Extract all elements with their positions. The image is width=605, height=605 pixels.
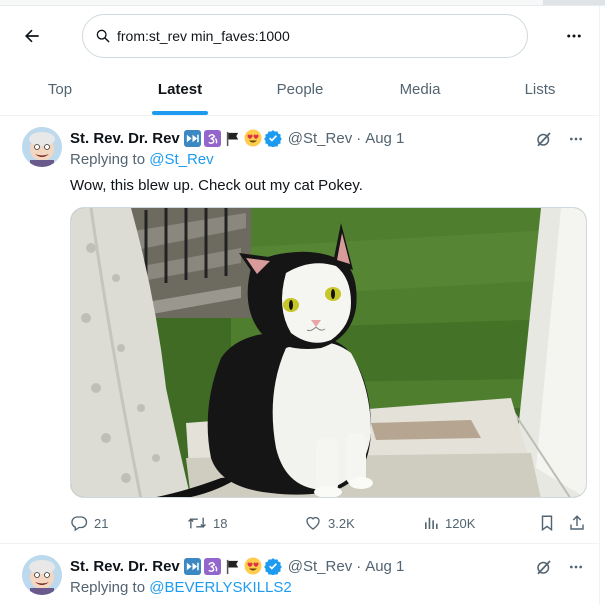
search-tabs: Top Latest People Media Lists — [0, 64, 600, 116]
replying-prefix: Replying to — [70, 579, 146, 596]
reply-icon — [71, 516, 88, 532]
author-handle[interactable]: @St_Rev — [288, 130, 352, 147]
tab-people[interactable]: People — [240, 64, 360, 115]
views-count: 120K — [445, 515, 476, 531]
author-name[interactable]: St. Rev. Dr. Rev — [70, 130, 180, 147]
scrollbar-edge — [543, 0, 605, 5]
back-button[interactable] — [20, 24, 44, 48]
search-icon — [96, 29, 110, 43]
avatar[interactable] — [22, 555, 62, 595]
more-button[interactable] — [566, 129, 586, 149]
views-chart-icon — [425, 517, 438, 529]
tab-label: Lists — [524, 81, 556, 98]
tab-label: Top — [47, 81, 73, 98]
tweet-header: St. Rev. Dr. Rev @St_Rev · Aug 1 — [70, 128, 404, 148]
more-button[interactable] — [566, 557, 586, 577]
bookmark-button[interactable] — [539, 512, 555, 534]
browser-top-edge — [0, 0, 605, 6]
more-options-button[interactable] — [562, 24, 586, 48]
author-handle[interactable]: @St_Rev — [288, 558, 352, 575]
like-count: 3.2K — [328, 515, 355, 531]
tweet-top-actions — [534, 129, 586, 149]
avatar-image — [22, 555, 62, 595]
grok-button[interactable] — [534, 129, 554, 149]
replying-to: Replying to @BEVERLYSKILLS2 — [70, 579, 292, 596]
separator-dot: · — [356, 557, 362, 575]
tweet-date[interactable]: Aug 1 — [365, 558, 404, 575]
replying-to: Replying to @St_Rev — [70, 151, 214, 168]
om-symbol-emoji — [204, 129, 222, 147]
grok-icon — [537, 132, 551, 147]
tweet-actions: 21 18 3.2K 120K — [70, 512, 590, 534]
black-flag-emoji — [224, 129, 242, 147]
reply-button[interactable]: 21 — [70, 512, 108, 534]
tab-label: Media — [399, 81, 441, 98]
repost-count: 18 — [213, 515, 228, 531]
replying-to-link[interactable]: @BEVERLYSKILLS2 — [149, 579, 292, 596]
search-input[interactable] — [117, 28, 497, 44]
like-button[interactable]: 3.2K — [304, 512, 355, 534]
arrow-left-icon — [25, 29, 39, 43]
verified-badge-icon[interactable] — [263, 129, 282, 147]
cat-photo — [71, 208, 586, 497]
tweet[interactable]: St. Rev. Dr. Rev @St_Rev · Aug 1 Replyin… — [0, 117, 600, 544]
replying-prefix: Replying to — [70, 151, 146, 168]
tab-latest[interactable]: Latest — [120, 64, 240, 115]
tweet-header: St. Rev. Dr. Rev @St_Rev · Aug 1 — [70, 556, 404, 576]
more-dots-icon — [570, 137, 582, 141]
share-button[interactable] — [568, 512, 586, 534]
black-flag-emoji — [224, 557, 242, 575]
reply-count: 21 — [94, 515, 109, 531]
heart-eyes-emoji — [244, 557, 262, 575]
verified-badge-icon[interactable] — [263, 557, 282, 575]
tab-media[interactable]: Media — [360, 64, 480, 115]
tweet-top-actions — [534, 557, 586, 577]
share-icon — [570, 515, 584, 530]
heart-eyes-emoji — [244, 129, 262, 147]
more-dots-icon — [570, 565, 582, 569]
tweet[interactable]: St. Rev. Dr. Rev @St_Rev · Aug 1 Replyin… — [0, 545, 600, 605]
avatar[interactable] — [22, 127, 62, 167]
repost-button[interactable]: 18 — [187, 512, 227, 534]
tweet-photo[interactable] — [70, 207, 587, 498]
repost-icon — [188, 517, 206, 529]
heart-icon — [306, 516, 320, 530]
avatar-image — [22, 127, 62, 167]
tab-label: Latest — [157, 81, 203, 98]
bookmark-icon — [541, 515, 553, 532]
grok-icon — [537, 560, 551, 575]
more-dots-icon — [567, 34, 581, 38]
tweet-text: Wow, this blew up. Check out my cat Poke… — [70, 177, 363, 194]
tab-lists[interactable]: Lists — [480, 64, 600, 115]
fast-forward-emoji — [184, 557, 202, 575]
tweet-date[interactable]: Aug 1 — [365, 130, 404, 147]
replying-to-link[interactable]: @St_Rev — [149, 151, 213, 168]
views-button[interactable]: 120K — [423, 512, 475, 534]
separator-dot: · — [356, 129, 362, 147]
fast-forward-emoji — [184, 129, 202, 147]
tab-top[interactable]: Top — [0, 64, 120, 115]
om-symbol-emoji — [204, 557, 222, 575]
author-name[interactable]: St. Rev. Dr. Rev — [70, 558, 180, 575]
active-tab-indicator — [152, 111, 208, 115]
search-box[interactable] — [82, 14, 528, 58]
grok-button[interactable] — [534, 557, 554, 577]
tab-label: People — [276, 81, 324, 98]
